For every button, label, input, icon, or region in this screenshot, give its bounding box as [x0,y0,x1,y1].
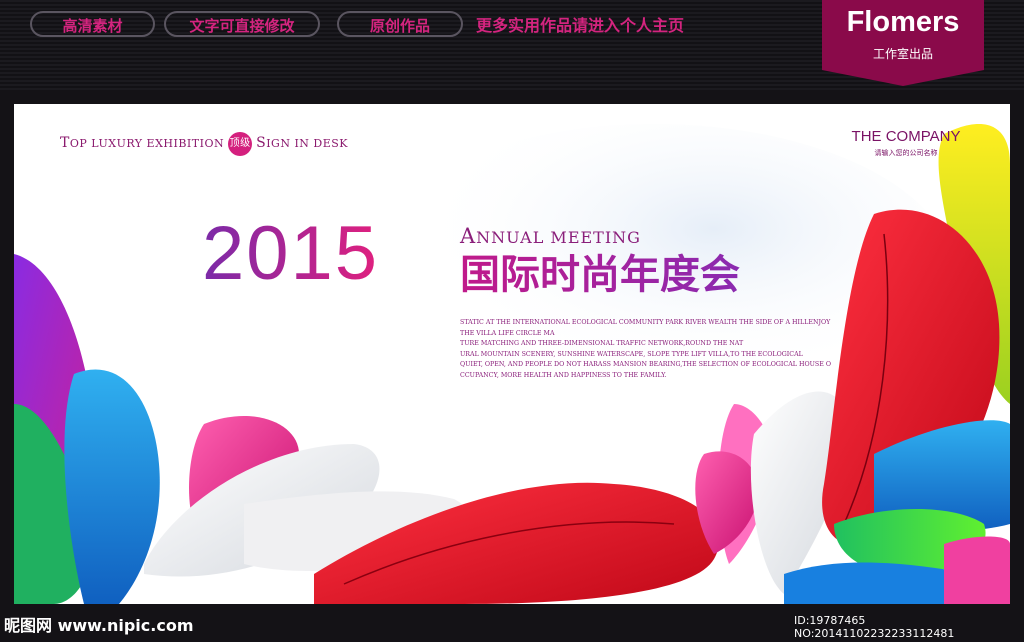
site-watermark: 昵图网 www.nipic.com [4,616,194,635]
poster: Top luxury exhibition 顶级 Sign in desk THE … [14,104,1010,604]
tagline-initial-1: T [60,135,70,151]
tagline-text-1: op luxury exhibition [69,137,225,150]
company-subtitle: 请输入您的公司名称 [874,149,938,157]
tagline-text-2: ign in desk [266,137,349,150]
tagline-initial-2: S [256,135,267,151]
pill-original-work: 原创作品 [337,11,463,37]
tagline: Top luxury exhibition 顶级 Sign in desk [60,132,348,156]
description-line: CCUPANCY, MORE HEALTH AND HAPPINESS TO T… [460,371,667,379]
description-line: URAL MOUNTAIN SCENERY, SUNSHINE WATERSCA… [460,350,803,358]
description-line: TURE MATCHING AND THREE-DIMENSIONAL TRAF… [460,340,744,347]
promo-text: 更多实用作品请进入个人主页 [476,16,685,35]
top-grade-badge: 顶级 [228,132,253,156]
annual-initial: A [460,224,477,248]
description-block: STATIC AT THE INTERNATIONAL ECOLOGICAL C… [460,318,840,381]
image-id: ID:19787465 NO:20141102232233112481 [794,614,955,640]
description-line: THE VILLA LIFE CIRCLE MA [460,329,555,337]
pill-editable-text: 文字可直接修改 [164,11,320,37]
brand-subtitle: 工作室出品 [872,47,933,61]
event-title: 国际时尚年度会 [460,252,740,298]
description-line: QUIET, OPEN, AND PEOPLE DO NOT HARASS MA… [460,361,831,368]
brand-badge-tip [822,70,984,86]
description-line: STATIC AT THE INTERNATIONAL ECOLOGICAL C… [460,319,831,326]
pill-hd-material: 高清素材 [30,11,155,37]
year-heading: 2015 [202,211,380,296]
annual-text: nnual meeting [476,228,641,247]
company-name: THE COMPANY [851,128,961,145]
brand-name: Flomers [846,6,960,38]
annual-meeting-heading: Annual meeting [460,224,641,248]
